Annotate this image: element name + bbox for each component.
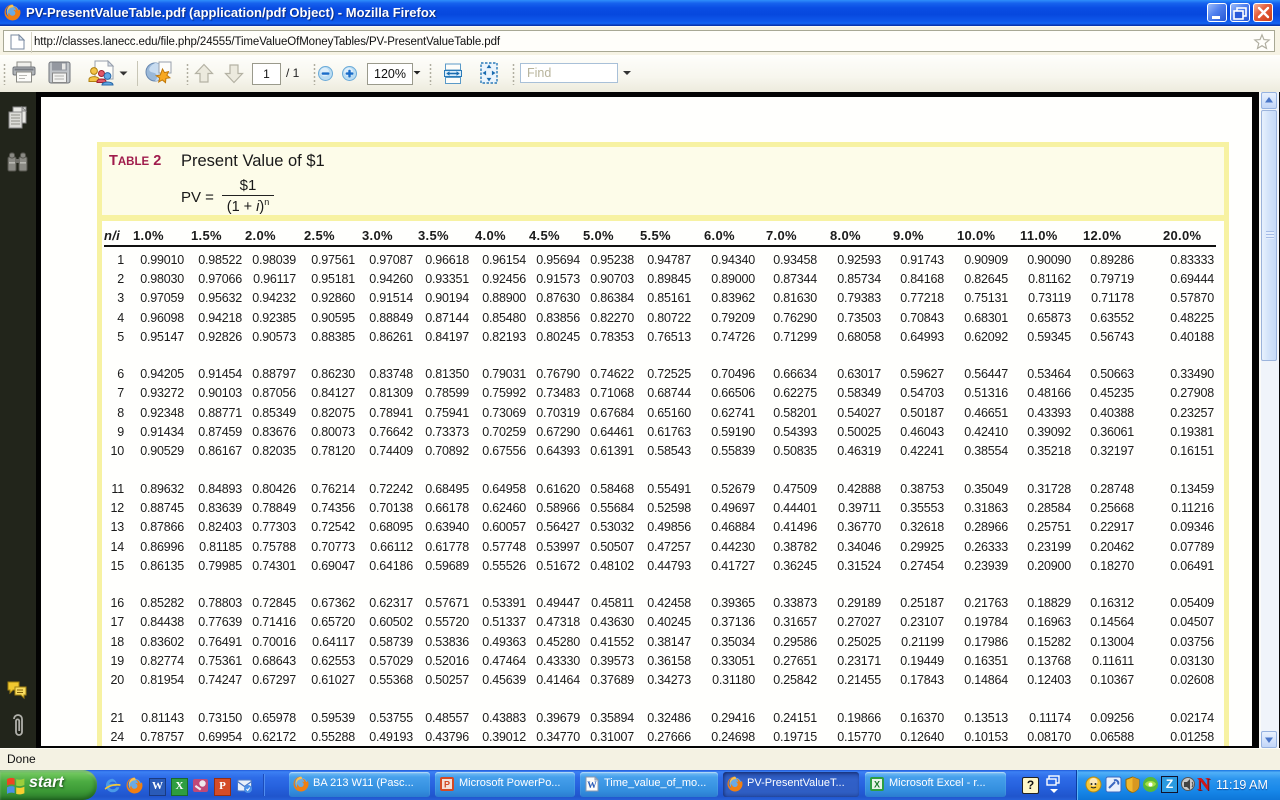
svg-text:X: X xyxy=(874,780,880,790)
svg-text:P: P xyxy=(444,780,450,790)
svg-text:W: W xyxy=(587,781,597,791)
